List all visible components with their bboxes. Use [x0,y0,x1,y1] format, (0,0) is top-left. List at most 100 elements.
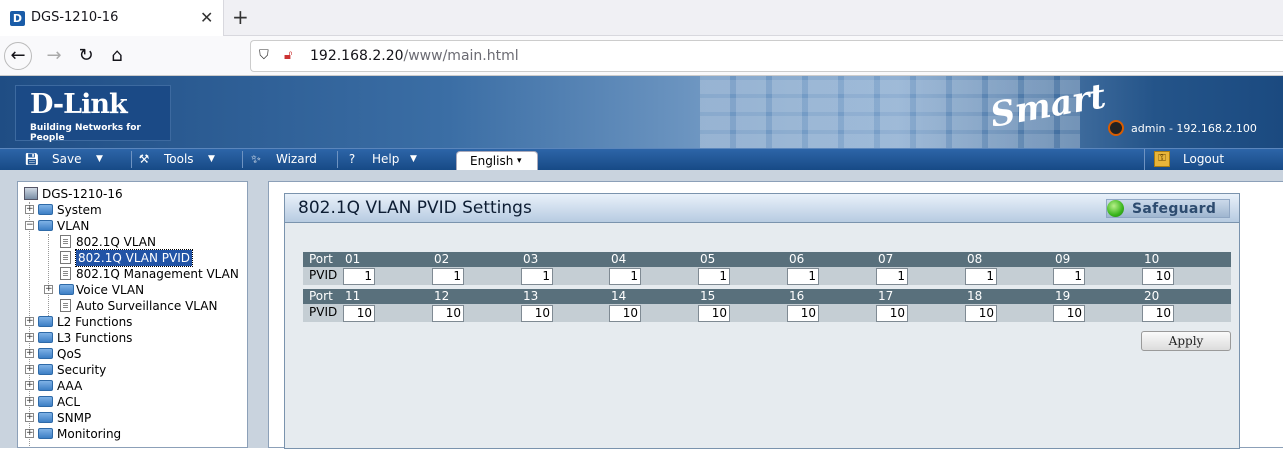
expand-plus-icon[interactable]: + [25,317,34,326]
main-menu-bar: 💾︎ Save ▼ ⚒ Tools ▼ ✨︎ Wizard ? Help ▼ E… [0,148,1283,171]
port-number: 13 [523,289,539,303]
port-number: 16 [789,289,805,303]
tree-item-label: L3 Functions [57,331,133,345]
tree-item-label: ACL [57,395,81,409]
pvid-table-group-1: Port 01 02 03 04 05 06 07 08 09 10 PVID 1 1 1 1 1 1 1 1 1… [303,252,1231,286]
url-text[interactable]: 192.168.2.20/www/main.html [310,48,519,64]
port-row-label: Port [309,289,333,303]
tree-item-label: System [57,203,102,217]
expand-plus-icon[interactable]: + [25,349,34,358]
pvid-input[interactable]: 1 [609,268,641,285]
expand-plus-icon[interactable]: + [25,205,34,214]
language-select[interactable]: English ▾ [456,151,538,171]
tools-menu[interactable]: ⚒ Tools ▼ [136,149,236,170]
wizard-menu[interactable]: ✨︎ Wizard [248,149,338,170]
folder-icon [38,412,53,423]
expand-plus-icon[interactable]: + [25,333,34,342]
safeguard-indicator: Safeguard [1106,199,1230,218]
tree-item-label: Voice VLAN [76,283,145,297]
apply-button[interactable]: Apply [1141,331,1231,351]
pvid-input[interactable]: 10 [609,305,641,322]
pvid-input[interactable]: 1 [876,268,908,285]
pvid-input[interactable]: 1 [965,268,997,285]
content-area: 802.1Q VLAN PVID Settings Safeguard Port… [268,181,1283,449]
pvid-input[interactable]: 10 [521,305,553,322]
shield-icon[interactable]: ⛉ [259,48,269,63]
home-icon[interactable]: ⌂ [103,42,131,70]
pvid-input[interactable]: 10 [1142,268,1174,285]
tree-item-label: VLAN [57,219,90,233]
expand-plus-icon[interactable]: + [25,397,34,406]
pvid-input[interactable]: 1 [432,268,464,285]
logout-button[interactable]: ⚿ Logout [1144,149,1283,170]
page-icon [60,235,71,248]
new-tab-icon[interactable]: + [232,5,249,29]
navigation-tree: DGS-1210-16 + System − VLAN 802.1Q VLAN 80… [17,181,248,448]
back-arrow-icon[interactable]: ← [4,42,32,70]
tree-item-label: Auto Surveillance VLAN [76,299,218,313]
pvid-input[interactable]: 10 [876,305,908,322]
browser-nav-bar: ← → ↻ ⌂ ⛉ 🔓︎ 192.168.2.20/www/main.html [0,36,1283,76]
pvid-input[interactable]: 10 [432,305,464,322]
pvid-input[interactable]: 1 [787,268,819,285]
port-number: 04 [611,252,627,266]
language-value: English [470,154,514,168]
pvid-input[interactable]: 10 [965,305,997,322]
tab-title: DGS-1210-16 [31,10,119,25]
expand-plus-icon[interactable]: + [25,429,34,438]
pvid-row: PVID 10 10 10 10 10 10 10 10 10 10 [303,304,1231,322]
reload-icon[interactable]: ↻ [72,42,100,70]
expand-plus-icon[interactable]: + [25,413,34,422]
tree-item-label: AAA [57,379,83,393]
pvid-input[interactable]: 1 [343,268,375,285]
address-bar[interactable]: ⛉ 🔓︎ 192.168.2.20/www/main.html [250,40,1283,72]
collapse-minus-icon[interactable]: − [25,221,34,230]
folder-icon [38,348,53,359]
port-number: 14 [611,289,627,303]
browser-tab[interactable]: D DGS-1210-16 ✕ [0,0,224,36]
folder-icon [38,428,53,439]
help-menu[interactable]: ? Help ▼ [344,149,434,170]
panel-header: 802.1Q VLAN PVID Settings Safeguard [285,194,1239,223]
tree-guide-line [48,234,49,316]
port-number: 01 [345,252,361,266]
pvid-input[interactable]: 10 [698,305,730,322]
help-icon: ? [348,152,356,166]
pvid-input[interactable]: 10 [343,305,375,322]
close-tab-icon[interactable]: ✕ [200,8,213,27]
status-led-icon [1107,200,1124,217]
port-number: 06 [789,252,805,266]
brand-name: D-Link [30,89,128,120]
dlink-logo: D-Link Building Networks for People [15,85,171,143]
tree-item-label: 802.1Q VLAN [76,235,156,249]
folder-open-icon [38,220,53,231]
pvid-input[interactable]: 1 [1053,268,1085,285]
pvid-input[interactable]: 10 [1142,305,1174,322]
pvid-table-group-2: Port 11 12 13 14 15 16 17 18 19 20 PVID 10 10 10 10 1… [303,289,1231,323]
port-number: 03 [523,252,539,266]
page-title: 802.1Q VLAN PVID Settings [298,198,532,218]
folder-icon [38,204,53,215]
dlink-favicon-icon: D [10,11,25,26]
forward-arrow-icon[interactable]: → [40,42,68,70]
pvid-row-label: PVID [309,268,338,282]
pvid-input[interactable]: 1 [698,268,730,285]
page-icon [60,299,71,312]
expand-plus-icon[interactable]: + [44,285,53,294]
logout-label: Logout [1183,152,1225,166]
port-number: 05 [700,252,716,266]
save-menu[interactable]: 💾︎ Save ▼ [24,149,124,170]
insecure-lock-icon[interactable]: 🔓︎ [284,48,292,63]
expand-plus-icon[interactable]: + [25,365,34,374]
page-icon [60,267,71,280]
pvid-input[interactable]: 10 [1053,305,1085,322]
tools-menu-label: Tools [164,152,194,166]
pvid-input[interactable]: 10 [787,305,819,322]
expand-plus-icon[interactable]: + [25,381,34,390]
pvid-input[interactable]: 1 [521,268,553,285]
chevron-down-icon: ▼ [96,154,103,164]
page-body: DGS-1210-16 + System − VLAN 802.1Q VLAN 80… [0,170,1283,449]
chevron-down-icon: ▼ [208,154,215,164]
pvid-row-label: PVID [309,305,338,319]
url-path: /www/main.html [403,48,519,64]
